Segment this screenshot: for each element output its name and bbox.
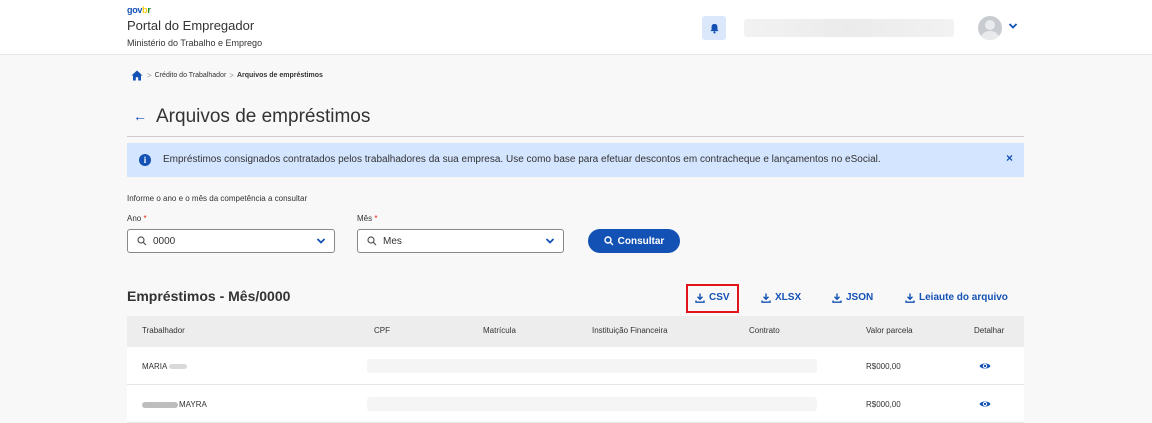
download-xlsx-label: XLSX <box>775 292 802 303</box>
govbr-logo-r: r <box>147 5 151 15</box>
column-header-cpf: CPF <box>374 326 390 335</box>
ano-label: Ano * <box>127 214 147 223</box>
download-leiaute-button[interactable]: Leiaute do arquivo <box>905 292 1008 303</box>
column-header-matricula: Matrícula <box>483 326 516 335</box>
mes-value: Mes <box>383 235 402 247</box>
redacted-row-data <box>367 397 817 411</box>
site-header: govbr Portal do Empregador Ministério do… <box>0 0 1152 55</box>
bell-icon <box>709 23 719 33</box>
breadcrumb-item-current: Arquivos de empréstimos <box>236 72 323 79</box>
ano-label-text: Ano <box>127 214 142 223</box>
chevron-down-icon <box>316 238 326 244</box>
close-icon[interactable]: × <box>1006 151 1013 165</box>
consultar-button[interactable]: Consultar <box>588 229 680 253</box>
breadcrumb-separator: > <box>229 71 234 80</box>
cell-trabalhador: MAYRA <box>179 400 207 409</box>
app-subtitle: Ministério do Trabalho e Emprego <box>127 38 263 48</box>
loans-table: Trabalhador CPF Matrícula Instituição Fi… <box>127 316 1024 423</box>
search-icon <box>137 236 147 246</box>
section-title: Empréstimos - Mês/0000 <box>127 288 291 304</box>
table-row: MARIA R$000,00 <box>127 347 1024 385</box>
download-leiaute-label: Leiaute do arquivo <box>919 292 1008 303</box>
eye-icon[interactable] <box>979 399 991 409</box>
search-icon <box>367 236 377 246</box>
required-mark: * <box>374 214 378 223</box>
eye-icon[interactable] <box>979 361 991 371</box>
download-icon <box>761 293 771 303</box>
column-header-detalhar: Detalhar <box>974 326 1005 335</box>
back-arrow-icon[interactable]: ← <box>133 108 147 124</box>
cell-valor: R$000,00 <box>866 400 901 409</box>
redacted-text <box>142 402 178 408</box>
required-mark: * <box>143 214 147 223</box>
download-xlsx-button[interactable]: XLSX <box>761 292 801 303</box>
column-header-contrato: Contrato <box>749 326 780 335</box>
download-json-label: JSON <box>846 292 874 303</box>
breadcrumb-item-credito[interactable]: Crédito do Trabalhador <box>155 72 227 79</box>
avatar[interactable] <box>978 16 1002 40</box>
csv-highlight-box <box>686 284 739 313</box>
table-header: Trabalhador CPF Matrícula Instituição Fi… <box>127 316 1024 347</box>
govbr-logo[interactable]: govbr <box>127 5 151 15</box>
app-title: Portal do Empregador <box>127 18 255 33</box>
mes-select[interactable]: Mes <box>357 229 564 253</box>
page-title: Arquivos de empréstimos <box>156 106 371 127</box>
ano-select[interactable]: 0000 <box>127 229 335 253</box>
home-icon[interactable] <box>131 70 143 81</box>
chevron-down-icon <box>545 238 555 244</box>
download-json-button[interactable]: JSON <box>832 292 873 303</box>
redacted-text <box>169 364 187 369</box>
redacted-company-info <box>744 19 954 37</box>
alert-message: Empréstimos consignados contratados pelo… <box>163 154 881 165</box>
column-header-valor: Valor parcela <box>866 326 913 335</box>
info-alert: i Empréstimos consignados contratados pe… <box>127 143 1024 177</box>
table-row: MAYRA R$000,00 <box>127 385 1024 423</box>
info-icon: i <box>139 154 151 166</box>
cell-trabalhador: MARIA <box>142 362 168 371</box>
cell-valor: R$000,00 <box>866 362 901 371</box>
govbr-logo-ov: ov <box>132 5 143 15</box>
mes-label: Mês * <box>357 214 377 223</box>
notifications-button[interactable] <box>702 16 726 40</box>
breadcrumb-separator: > <box>147 71 152 80</box>
mes-label-text: Mês <box>357 214 373 223</box>
column-header-instituicao: Instituição Financeira <box>592 326 668 335</box>
download-icon <box>905 293 915 303</box>
search-icon <box>603 236 614 246</box>
title-divider <box>127 136 1024 137</box>
download-icon <box>832 293 842 303</box>
column-header-trabalhador: Trabalhador <box>142 326 185 335</box>
consultar-label: Consultar <box>617 235 665 247</box>
breadcrumb: > Crédito do Trabalhador > Arquivos de e… <box>131 70 323 81</box>
ano-value: 0000 <box>153 235 176 247</box>
form-hint: Informe o ano e o mês da competência a c… <box>127 194 308 203</box>
redacted-row-data <box>367 359 817 373</box>
chevron-down-icon[interactable] <box>1008 22 1018 30</box>
